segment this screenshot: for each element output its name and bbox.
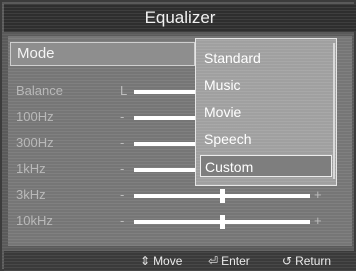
dropdown-option-standard[interactable]: Standard <box>200 47 332 69</box>
slider-knob[interactable] <box>220 189 225 203</box>
minus-marker: - <box>120 187 125 202</box>
left-marker: L <box>120 83 128 98</box>
dropdown-option-custom[interactable]: Custom <box>200 155 332 177</box>
minus-marker: - <box>120 161 125 176</box>
minus-marker: - <box>120 109 125 124</box>
setting-label: 1kHz <box>16 161 46 176</box>
mode-row[interactable]: Mode <box>10 42 195 66</box>
enter-label: Enter <box>221 254 250 268</box>
dropdown-option-speech[interactable]: Speech <box>200 128 332 150</box>
setting-row-10khz[interactable]: 10kHz - + <box>12 211 332 233</box>
dropdown-option-movie[interactable]: Movie <box>200 101 332 123</box>
return-label: Return <box>295 254 332 268</box>
minus-marker: - <box>120 135 125 150</box>
plus-marker: + <box>314 213 322 228</box>
enter-icon: ⏎ <box>208 254 219 268</box>
dropdown-scrollbar[interactable] <box>333 43 335 179</box>
minus-marker: - <box>120 213 125 228</box>
move-hint: ⇕ Move <box>140 254 182 268</box>
setting-label: 100Hz <box>16 109 54 124</box>
mode-dropdown[interactable]: Standard Music Movie Speech Custom <box>195 38 337 186</box>
setting-label: 10kHz <box>16 213 53 228</box>
setting-label: 300Hz <box>16 135 54 150</box>
setting-label: 3kHz <box>16 187 46 202</box>
return-icon: ↺ <box>282 254 293 268</box>
setting-row-3khz[interactable]: 3kHz - + <box>12 185 332 207</box>
footer-hints: ⇕ Move ⏎ Enter ↺ Return <box>4 251 356 271</box>
dropdown-option-music[interactable]: Music <box>200 74 332 96</box>
slider-knob[interactable] <box>220 215 225 229</box>
setting-label: Balance <box>16 83 63 98</box>
plus-marker: + <box>314 187 322 202</box>
move-label: Move <box>153 254 183 268</box>
enter-hint: ⏎ Enter <box>208 254 250 268</box>
return-hint: ↺ Return <box>282 254 331 268</box>
window-title: Equalizer <box>4 4 356 32</box>
mode-label: Mode <box>17 45 55 62</box>
equalizer-window: Equalizer Mode Balance L 100Hz - 300Hz -… <box>0 0 356 271</box>
up-down-arrows-icon: ⇕ <box>140 254 151 268</box>
